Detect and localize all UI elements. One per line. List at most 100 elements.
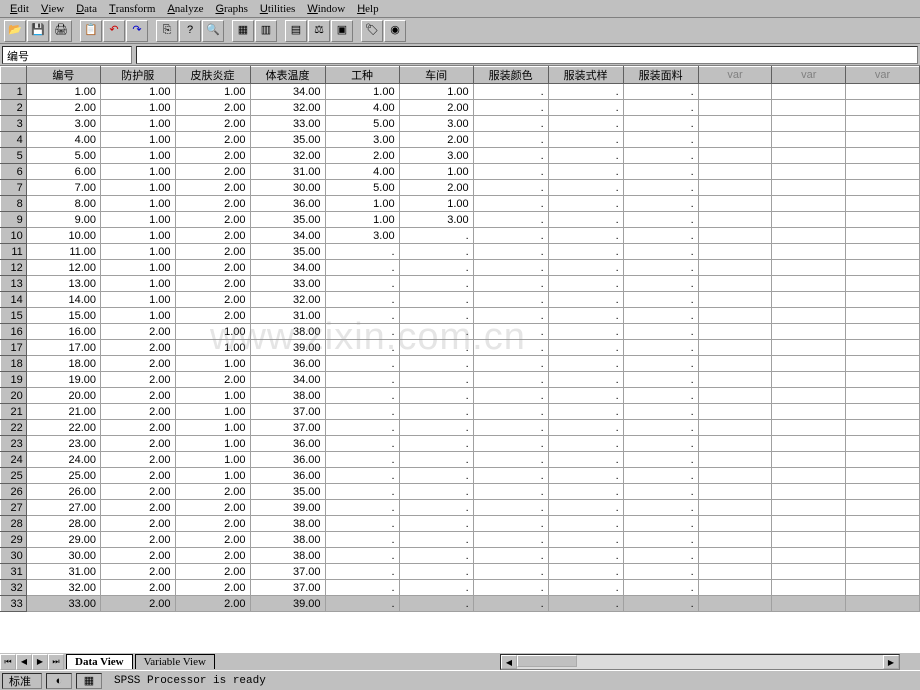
cell[interactable]: .	[623, 484, 698, 500]
cell[interactable]: .	[473, 228, 548, 244]
cell[interactable]	[772, 84, 846, 100]
cell[interactable]: .	[325, 356, 399, 372]
cell[interactable]: .	[548, 148, 623, 164]
cell[interactable]	[846, 596, 920, 612]
use-sets-button[interactable]: ◉	[384, 20, 406, 42]
cell[interactable]: .	[473, 244, 548, 260]
cell[interactable]: .	[473, 276, 548, 292]
cell[interactable]: 1.00	[101, 116, 176, 132]
cell[interactable]: 1.00	[101, 276, 176, 292]
cell[interactable]: 1.00	[101, 308, 176, 324]
cell[interactable]: .	[548, 340, 623, 356]
cell[interactable]	[698, 260, 772, 276]
row-header[interactable]: 30	[1, 548, 27, 564]
cell[interactable]: 27.00	[26, 500, 100, 516]
cell[interactable]: 34.00	[250, 84, 325, 100]
cell[interactable]: 2.00	[101, 548, 176, 564]
cell[interactable]: 1.00	[26, 84, 100, 100]
cell[interactable]: 1.00	[101, 164, 176, 180]
cell[interactable]	[846, 228, 920, 244]
row-header[interactable]: 19	[1, 372, 27, 388]
cell[interactable]: 38.00	[250, 388, 325, 404]
cell[interactable]: 18.00	[26, 356, 100, 372]
cell[interactable]: 22.00	[26, 420, 100, 436]
cell[interactable]	[772, 292, 846, 308]
value-labels-button[interactable]: 🏷	[361, 20, 383, 42]
cell[interactable]: .	[473, 564, 548, 580]
cell[interactable]: .	[548, 196, 623, 212]
cell[interactable]: .	[399, 372, 473, 388]
cell[interactable]	[772, 548, 846, 564]
cell[interactable]: .	[473, 420, 548, 436]
cell[interactable]: 33.00	[26, 596, 100, 612]
cell[interactable]: 2.00	[101, 532, 176, 548]
cell[interactable]: .	[548, 516, 623, 532]
cell[interactable]: 3.00	[325, 132, 399, 148]
cell[interactable]: .	[399, 260, 473, 276]
cell[interactable]: .	[473, 308, 548, 324]
column-header[interactable]: 体表温度	[250, 67, 325, 84]
cell[interactable]: .	[473, 100, 548, 116]
cell[interactable]: 34.00	[250, 228, 325, 244]
cell[interactable]: 32.00	[250, 148, 325, 164]
cell[interactable]: 36.00	[250, 468, 325, 484]
cell[interactable]: 31.00	[250, 308, 325, 324]
cell[interactable]: .	[325, 276, 399, 292]
cell[interactable]	[846, 532, 920, 548]
cell[interactable]	[772, 212, 846, 228]
row-header[interactable]: 25	[1, 468, 27, 484]
cell[interactable]	[772, 484, 846, 500]
cell[interactable]	[772, 276, 846, 292]
cell[interactable]: 30.00	[250, 180, 325, 196]
cell[interactable]: 14.00	[26, 292, 100, 308]
cell[interactable]	[772, 580, 846, 596]
row-header[interactable]: 22	[1, 420, 27, 436]
cell[interactable]: .	[325, 532, 399, 548]
cell[interactable]	[846, 308, 920, 324]
row-header[interactable]: 5	[1, 148, 27, 164]
column-header[interactable]: var	[846, 67, 920, 84]
scroll-left-button[interactable]: ◀	[501, 655, 517, 669]
menu-window[interactable]: Window	[301, 1, 351, 17]
goto-button[interactable]: ⎘	[156, 20, 178, 42]
cell[interactable]: .	[473, 372, 548, 388]
cell[interactable]	[772, 516, 846, 532]
cell[interactable]	[772, 564, 846, 580]
cell[interactable]	[698, 516, 772, 532]
cell[interactable]: .	[473, 196, 548, 212]
cell[interactable]: .	[548, 324, 623, 340]
cell[interactable]: .	[548, 420, 623, 436]
cell[interactable]	[772, 260, 846, 276]
cell[interactable]: .	[623, 404, 698, 420]
cell[interactable]: .	[548, 596, 623, 612]
cell[interactable]: 2.00	[175, 212, 250, 228]
cell[interactable]: .	[623, 164, 698, 180]
cell[interactable]: .	[325, 244, 399, 260]
cell[interactable]: 33.00	[250, 276, 325, 292]
menu-analyze[interactable]: Analyze	[161, 1, 209, 17]
cell[interactable]	[846, 260, 920, 276]
cell[interactable]: 1.00	[101, 244, 176, 260]
row-header[interactable]: 24	[1, 452, 27, 468]
cell[interactable]	[698, 468, 772, 484]
menu-transform[interactable]: Transform	[103, 1, 161, 17]
cell[interactable]	[846, 84, 920, 100]
cell[interactable]: 32.00	[26, 580, 100, 596]
find-button[interactable]: 🔍	[202, 20, 224, 42]
row-header[interactable]: 16	[1, 324, 27, 340]
cell[interactable]: 34.00	[250, 372, 325, 388]
cell[interactable]: .	[623, 532, 698, 548]
cell[interactable]: .	[548, 356, 623, 372]
cell[interactable]	[698, 180, 772, 196]
cell[interactable]: 33.00	[250, 116, 325, 132]
tab-data-view[interactable]: Data View	[66, 654, 133, 669]
cell[interactable]: 37.00	[250, 420, 325, 436]
cell[interactable]: .	[623, 324, 698, 340]
cell[interactable]: 32.00	[250, 100, 325, 116]
cell[interactable]: .	[548, 436, 623, 452]
cell[interactable]: 1.00	[101, 212, 176, 228]
cell[interactable]: 2.00	[26, 100, 100, 116]
cell[interactable]: 2.00	[101, 564, 176, 580]
cell[interactable]: .	[473, 180, 548, 196]
cell[interactable]: .	[548, 308, 623, 324]
